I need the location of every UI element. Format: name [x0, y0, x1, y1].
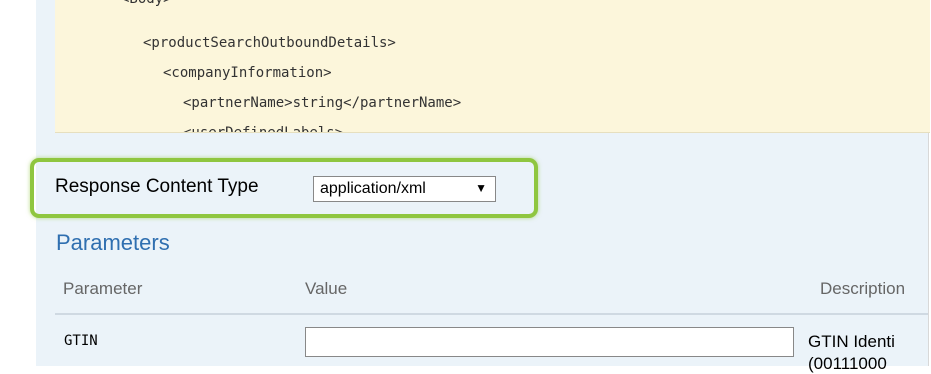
column-header-description: Description	[820, 279, 906, 298]
chevron-down-icon: ▼	[475, 181, 487, 195]
parameter-description: GTIN Identi	[808, 332, 895, 351]
table-header-divider	[55, 313, 928, 315]
column-header-parameter: Parameter	[63, 279, 143, 298]
gtin-value-input[interactable]	[305, 327, 794, 357]
parameter-description-line2: (00111000	[808, 354, 887, 373]
response-model-code-sample[interactable]: <Body> <productSearchOutboundDetails> <c…	[55, 0, 930, 133]
code-line: <userDefinedLabels>	[183, 125, 344, 133]
code-line: <Body>	[121, 0, 172, 8]
parameters-heading: Parameters	[56, 230, 170, 255]
column-header-value: Value	[305, 279, 348, 298]
response-content-type-select[interactable]: application/xml ▼	[313, 176, 496, 202]
parameter-name-gtin: GTIN	[64, 333, 98, 349]
code-line: <partnerName>string</partnerName>	[183, 95, 462, 111]
select-value: application/xml	[320, 180, 426, 197]
response-content-type-label: Response Content Type	[55, 176, 259, 197]
code-line: <companyInformation>	[163, 65, 332, 81]
code-line: <productSearchOutboundDetails>	[143, 35, 396, 51]
